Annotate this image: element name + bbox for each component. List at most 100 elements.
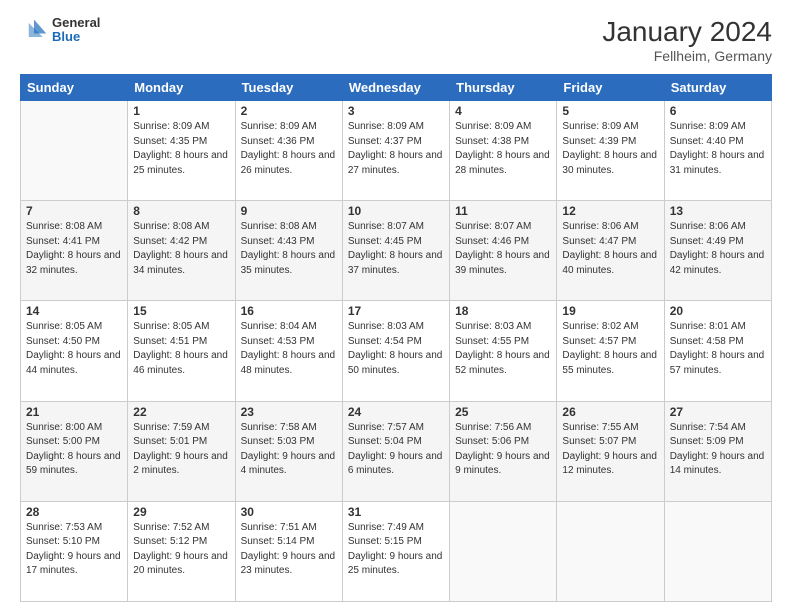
calendar-cell: 11 Sunrise: 8:07 AMSunset: 4:46 PMDayligh…: [450, 201, 557, 301]
calendar-cell: 13Sunrise: 8:06 AMSunset: 4:49 PMDayligh…: [664, 201, 771, 301]
day-number: 13: [670, 204, 766, 218]
day-number: 9: [241, 204, 337, 218]
day-number: 3: [348, 104, 444, 118]
day-number: 17: [348, 304, 444, 318]
month-year-title: January 2024: [602, 16, 772, 48]
day-info: Sunrise: 8:09 AMSunset: 4:36 PMDaylight:…: [241, 120, 337, 178]
day-number: 16: [241, 304, 337, 318]
calendar-cell: 25 Sunrise: 7:56 AMSunset: 5:06 PMDayligh…: [450, 401, 557, 501]
day-info: Sunrise: 8:08 AMSunset: 4:41 PMDaylight:…: [26, 220, 122, 278]
day-number: 28: [26, 505, 122, 519]
day-info: Sunrise: 7:59 AMSunset: 5:01 PMDaylight:…: [133, 421, 229, 479]
header-monday: Monday: [128, 75, 235, 101]
calendar-cell: 20Sunrise: 8:01 AMSunset: 4:58 PMDayligh…: [664, 301, 771, 401]
calendar-cell: 4 Sunrise: 8:09 AMSunset: 4:38 PMDaylight…: [450, 101, 557, 201]
calendar-cell: 22Sunrise: 7:59 AMSunset: 5:01 PMDayligh…: [128, 401, 235, 501]
calendar-cell: 23 Sunrise: 7:58 AMSunset: 5:03 PMDayligh…: [235, 401, 342, 501]
day-info: Sunrise: 7:54 AMSunset: 5:09 PMDaylight:…: [670, 421, 766, 479]
title-block: January 2024 Fellheim, Germany: [602, 16, 772, 64]
day-number: 15: [133, 304, 229, 318]
day-number: 30: [241, 505, 337, 519]
day-info: Sunrise: 8:07 AMSunset: 4:46 PMDaylight:…: [455, 220, 551, 278]
day-number: 18: [455, 304, 551, 318]
calendar-cell: 29 Sunrise: 7:52 AMSunset: 5:12 PMDayligh…: [128, 501, 235, 601]
weekday-header-row: Sunday Monday Tuesday Wednesday Thursday…: [21, 75, 772, 101]
logo-text: General Blue: [52, 16, 100, 45]
day-info: Sunrise: 8:09 AMSunset: 4:38 PMDaylight:…: [455, 120, 551, 178]
day-number: 31: [348, 505, 444, 519]
calendar-cell: 16 Sunrise: 8:04 AMSunset: 4:53 PMDayligh…: [235, 301, 342, 401]
calendar-cell: 14 Sunrise: 8:05 AMSunset: 4:50 PMDayligh…: [21, 301, 128, 401]
day-number: 19: [562, 304, 658, 318]
day-number: 7: [26, 204, 122, 218]
calendar-cell: 2Sunrise: 8:09 AMSunset: 4:36 PMDaylight…: [235, 101, 342, 201]
week-row-5: 28 Sunrise: 7:53 AMSunset: 5:10 PMDayligh…: [21, 501, 772, 601]
calendar-cell: 8 Sunrise: 8:08 AMSunset: 4:42 PMDaylight…: [128, 201, 235, 301]
calendar-cell: 6Sunrise: 8:09 AMSunset: 4:40 PMDaylight…: [664, 101, 771, 201]
calendar-cell: 30 Sunrise: 7:51 AMSunset: 5:14 PMDayligh…: [235, 501, 342, 601]
calendar-cell: 31 Sunrise: 7:49 AMSunset: 5:15 PMDayligh…: [342, 501, 449, 601]
day-number: 10: [348, 204, 444, 218]
day-info: Sunrise: 7:53 AMSunset: 5:10 PMDaylight:…: [26, 521, 122, 579]
calendar-cell: [21, 101, 128, 201]
day-info: Sunrise: 8:02 AMSunset: 4:57 PMDaylight:…: [562, 320, 658, 378]
week-row-4: 21 Sunrise: 8:00 AMSunset: 5:00 PMDayligh…: [21, 401, 772, 501]
calendar-cell: 26 Sunrise: 7:55 AMSunset: 5:07 PMDayligh…: [557, 401, 664, 501]
day-info: Sunrise: 7:55 AMSunset: 5:07 PMDaylight:…: [562, 421, 658, 479]
day-info: Sunrise: 8:05 AMSunset: 4:50 PMDaylight:…: [26, 320, 122, 378]
calendar-cell: 15 Sunrise: 8:05 AMSunset: 4:51 PMDayligh…: [128, 301, 235, 401]
day-info: Sunrise: 8:08 AMSunset: 4:42 PMDaylight:…: [133, 220, 229, 278]
day-number: 5: [562, 104, 658, 118]
day-number: 4: [455, 104, 551, 118]
logo-blue: Blue: [52, 30, 100, 44]
day-number: 26: [562, 405, 658, 419]
day-info: Sunrise: 7:49 AMSunset: 5:15 PMDaylight:…: [348, 521, 444, 579]
day-number: 24: [348, 405, 444, 419]
day-number: 29: [133, 505, 229, 519]
day-number: 21: [26, 405, 122, 419]
day-info: Sunrise: 8:03 AMSunset: 4:54 PMDaylight:…: [348, 320, 444, 378]
day-info: Sunrise: 8:00 AMSunset: 5:00 PMDaylight:…: [26, 421, 122, 479]
calendar-page: General Blue January 2024 Fellheim, Germ…: [0, 0, 792, 612]
header-thursday: Thursday: [450, 75, 557, 101]
day-info: Sunrise: 7:58 AMSunset: 5:03 PMDaylight:…: [241, 421, 337, 479]
calendar-cell: 17 Sunrise: 8:03 AMSunset: 4:54 PMDayligh…: [342, 301, 449, 401]
day-info: Sunrise: 8:09 AMSunset: 4:37 PMDaylight:…: [348, 120, 444, 178]
header-wednesday: Wednesday: [342, 75, 449, 101]
day-number: 25: [455, 405, 551, 419]
day-info: Sunrise: 7:56 AMSunset: 5:06 PMDaylight:…: [455, 421, 551, 479]
logo: General Blue: [20, 16, 100, 45]
logo-icon: [20, 16, 48, 44]
day-info: Sunrise: 8:08 AMSunset: 4:43 PMDaylight:…: [241, 220, 337, 278]
week-row-2: 7 Sunrise: 8:08 AMSunset: 4:41 PMDaylight…: [21, 201, 772, 301]
day-info: Sunrise: 8:04 AMSunset: 4:53 PMDaylight:…: [241, 320, 337, 378]
calendar-cell: 24 Sunrise: 7:57 AMSunset: 5:04 PMDayligh…: [342, 401, 449, 501]
calendar-cell: 5Sunrise: 8:09 AMSunset: 4:39 PMDaylight…: [557, 101, 664, 201]
header-saturday: Saturday: [664, 75, 771, 101]
day-info: Sunrise: 8:06 AMSunset: 4:47 PMDaylight:…: [562, 220, 658, 278]
day-number: 11: [455, 204, 551, 218]
day-info: Sunrise: 8:05 AMSunset: 4:51 PMDaylight:…: [133, 320, 229, 378]
calendar-cell: 3 Sunrise: 8:09 AMSunset: 4:37 PMDaylight…: [342, 101, 449, 201]
header-friday: Friday: [557, 75, 664, 101]
day-info: Sunrise: 7:51 AMSunset: 5:14 PMDaylight:…: [241, 521, 337, 579]
calendar-cell: 9 Sunrise: 8:08 AMSunset: 4:43 PMDaylight…: [235, 201, 342, 301]
logo-general: General: [52, 16, 100, 30]
header-tuesday: Tuesday: [235, 75, 342, 101]
week-row-1: 1Sunrise: 8:09 AMSunset: 4:35 PMDaylight…: [21, 101, 772, 201]
calendar-cell: 10Sunrise: 8:07 AMSunset: 4:45 PMDayligh…: [342, 201, 449, 301]
day-info: Sunrise: 8:09 AMSunset: 4:35 PMDaylight:…: [133, 120, 229, 178]
day-number: 14: [26, 304, 122, 318]
day-info: Sunrise: 8:03 AMSunset: 4:55 PMDaylight:…: [455, 320, 551, 378]
calendar-cell: 1Sunrise: 8:09 AMSunset: 4:35 PMDaylight…: [128, 101, 235, 201]
calendar-cell: 28 Sunrise: 7:53 AMSunset: 5:10 PMDayligh…: [21, 501, 128, 601]
day-number: 8: [133, 204, 229, 218]
day-number: 23: [241, 405, 337, 419]
day-info: Sunrise: 7:57 AMSunset: 5:04 PMDaylight:…: [348, 421, 444, 479]
day-info: Sunrise: 7:52 AMSunset: 5:12 PMDaylight:…: [133, 521, 229, 579]
day-info: Sunrise: 8:01 AMSunset: 4:58 PMDaylight:…: [670, 320, 766, 378]
day-info: Sunrise: 8:09 AMSunset: 4:40 PMDaylight:…: [670, 120, 766, 178]
header-sunday: Sunday: [21, 75, 128, 101]
calendar-cell: 12Sunrise: 8:06 AMSunset: 4:47 PMDayligh…: [557, 201, 664, 301]
page-header: General Blue January 2024 Fellheim, Germ…: [20, 16, 772, 64]
